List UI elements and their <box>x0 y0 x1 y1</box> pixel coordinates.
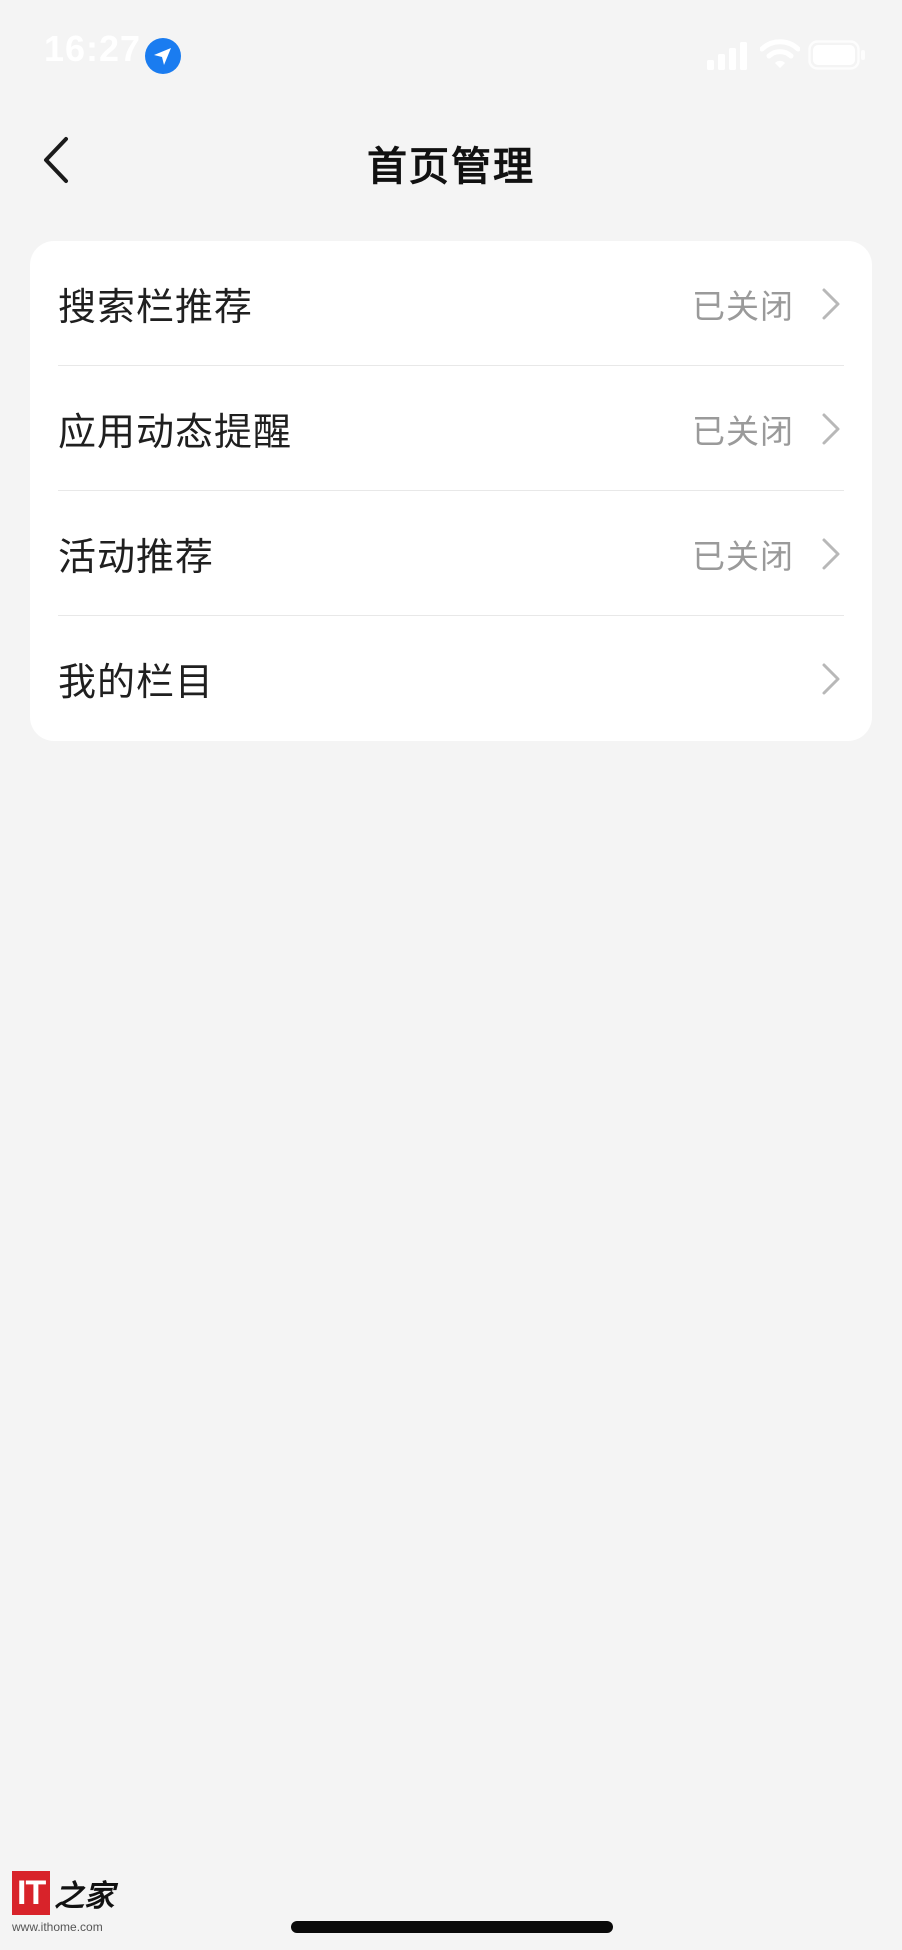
status-bar: 16:27 <box>0 0 902 110</box>
location-arrow-icon <box>145 38 181 74</box>
chevron-right-icon <box>822 538 840 569</box>
settings-row-my-columns[interactable]: 我的栏目 <box>30 616 872 741</box>
row-label: 应用动态提醒 <box>58 410 293 454</box>
row-status: 已关闭 <box>692 411 794 451</box>
settings-list: 搜索栏推荐 已关闭 应用动态提醒 已关闭 活动推荐 已关闭 我的栏目 <box>30 241 872 741</box>
navigation-bar: 首页管理 <box>0 110 902 210</box>
logo-it-text: IT <box>12 1871 51 1915</box>
settings-row-app-activity-reminder[interactable]: 应用动态提醒 已关闭 <box>30 366 872 491</box>
cellular-signal-icon <box>707 42 747 70</box>
chevron-right-icon <box>822 413 840 444</box>
status-time: 16:27 <box>44 28 142 69</box>
ithome-watermark: IT 之家 www.ithome.com <box>12 1868 142 1940</box>
row-status: 已关闭 <box>692 536 794 576</box>
page-title: 首页管理 <box>367 144 535 190</box>
chevron-right-icon <box>822 288 840 319</box>
wifi-icon <box>760 39 800 68</box>
row-label: 搜索栏推荐 <box>58 285 254 329</box>
row-label: 活动推荐 <box>58 535 215 579</box>
settings-row-search-bar-recommendation[interactable]: 搜索栏推荐 已关闭 <box>30 241 872 366</box>
chevron-right-icon <box>822 663 840 694</box>
settings-row-event-recommendation[interactable]: 活动推荐 已关闭 <box>30 491 872 616</box>
home-indicator[interactable] <box>291 1921 613 1933</box>
battery-icon <box>808 40 865 70</box>
row-status: 已关闭 <box>692 286 794 326</box>
logo-suffix-text: 之家 <box>54 1879 115 1914</box>
ithome-logo: IT 之家 <box>12 1868 142 1918</box>
row-label: 我的栏目 <box>58 660 215 704</box>
watermark-url: www.ithome.com <box>12 1920 103 1934</box>
